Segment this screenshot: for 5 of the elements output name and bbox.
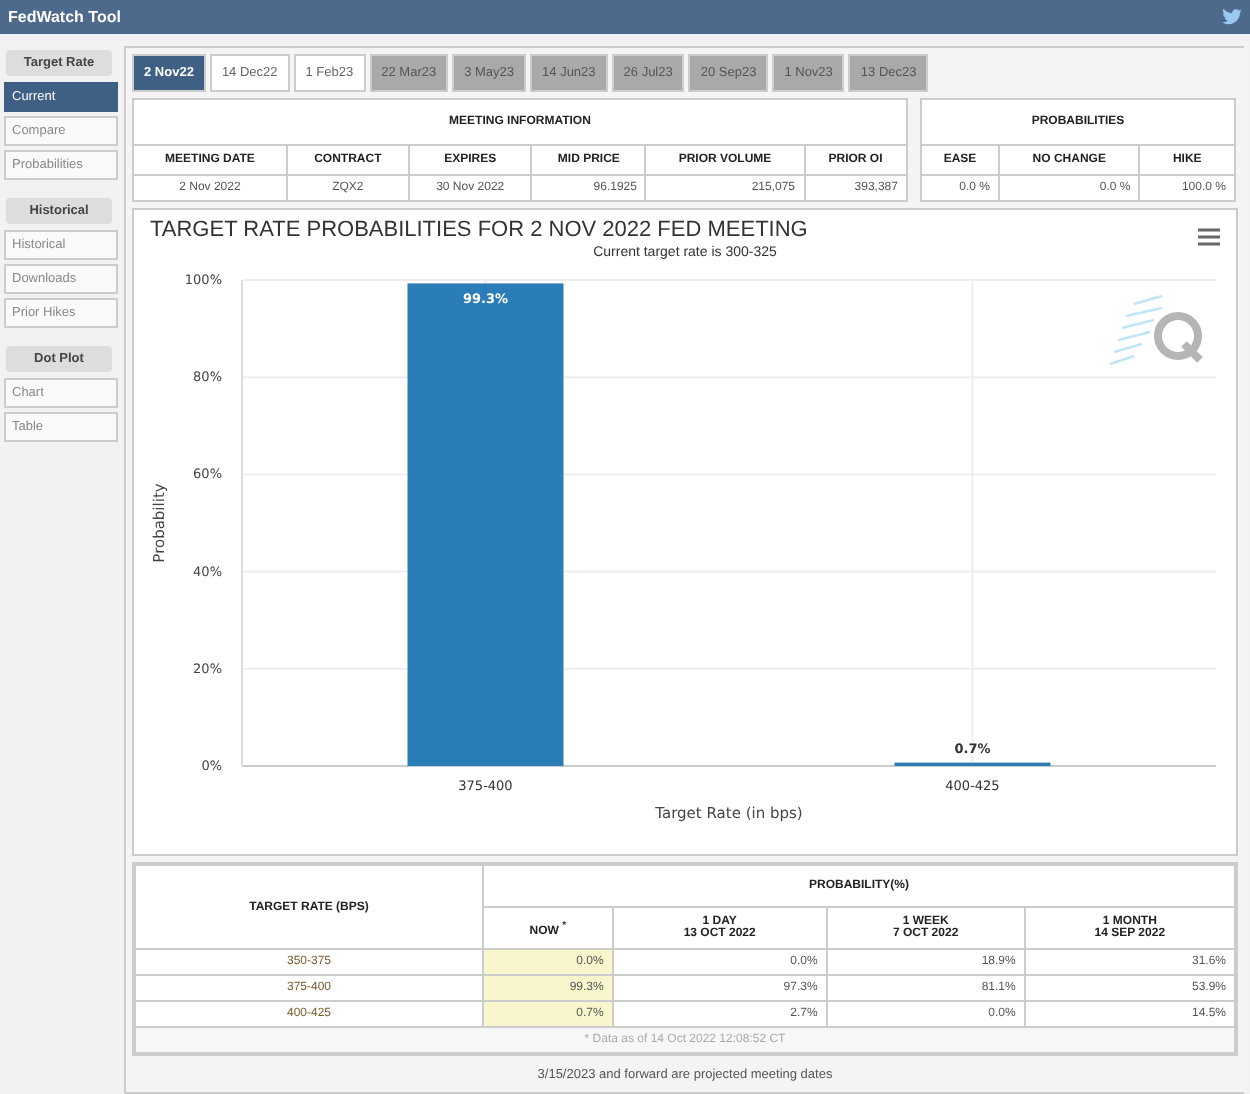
q-logo-icon [1108,294,1203,366]
bird-icon[interactable] [1222,8,1242,26]
window-title: FedWatch Tool [8,8,121,26]
menu-icon[interactable] [1198,228,1220,246]
chart-title: TARGET RATE PROBABILITIES FOR 2 NOV 2022 FED MEETING [150,218,808,242]
